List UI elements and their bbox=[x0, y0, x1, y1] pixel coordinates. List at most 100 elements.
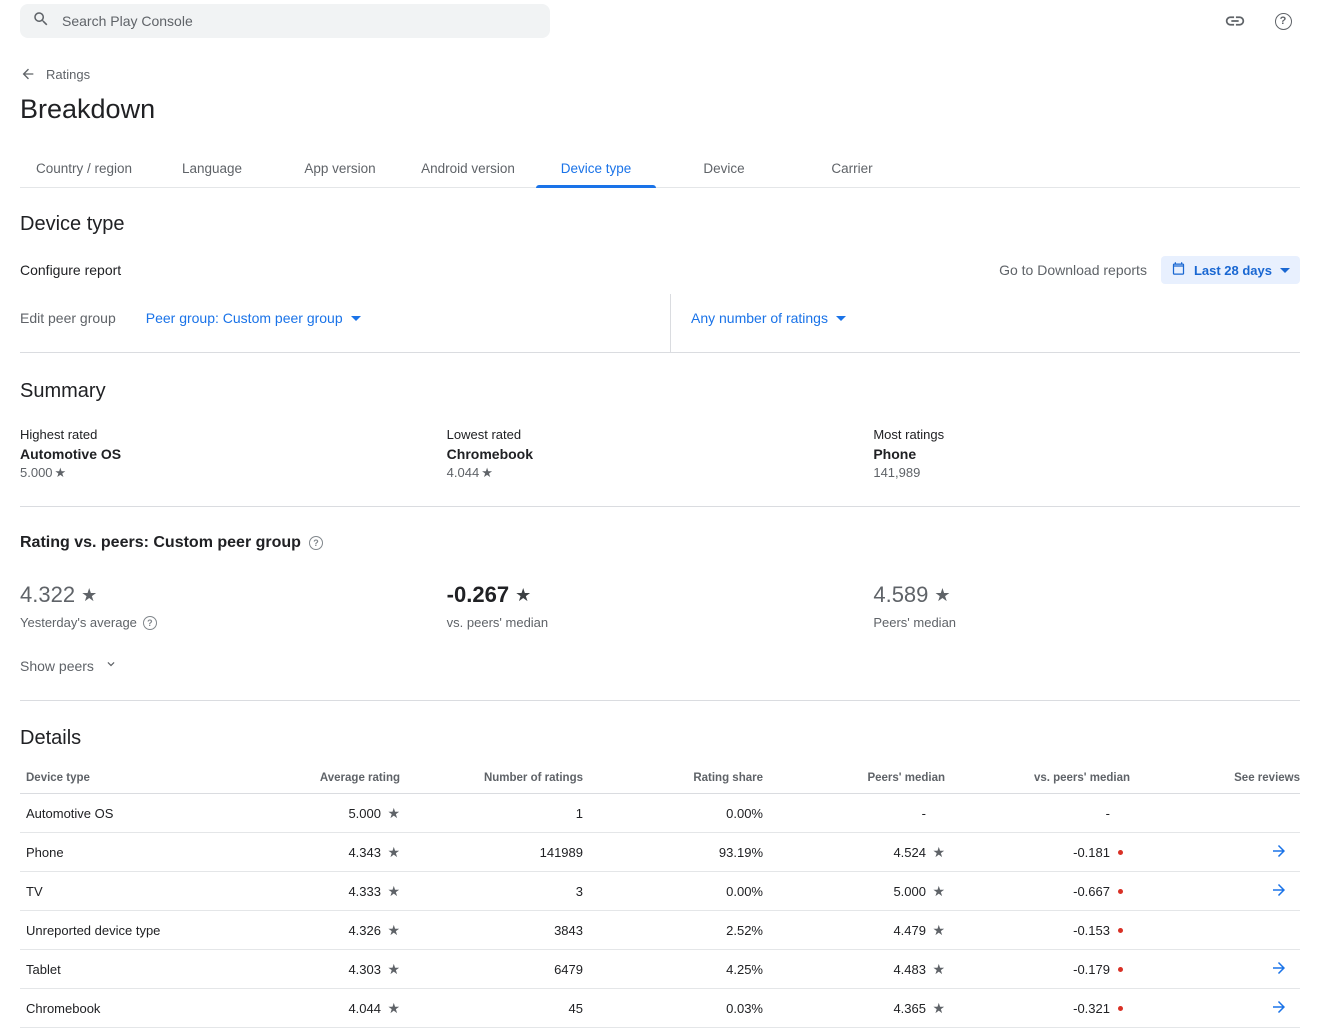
see-reviews-button[interactable] bbox=[1270, 881, 1300, 899]
see-reviews-button[interactable] bbox=[1270, 998, 1300, 1016]
go-to-download-reports-link[interactable]: Go to Download reports bbox=[999, 262, 1147, 278]
column-header-average-rating: Average rating bbox=[305, 764, 400, 794]
table-header-row: Device type Average rating Number of rat… bbox=[20, 764, 1300, 794]
see-reviews-button[interactable] bbox=[1270, 959, 1300, 977]
rating-share-cell: 0.00% bbox=[583, 872, 763, 911]
device-type-cell: Unreported device type bbox=[20, 911, 305, 950]
card-value: 4.044 bbox=[447, 465, 480, 480]
card-label: Most ratings bbox=[873, 427, 1300, 442]
star-icon: ★ bbox=[387, 845, 400, 859]
table-row: Chromebook 4.044★ 45 0.03% 4.365★ -0.321 bbox=[20, 989, 1300, 1028]
card-value: 141,989 bbox=[873, 465, 920, 480]
table-row: Unreported device type 4.326★ 3843 2.52%… bbox=[20, 911, 1300, 950]
vs-peers-median-cell: -0.179 bbox=[945, 950, 1130, 989]
column-header-see-reviews: See reviews bbox=[1130, 764, 1300, 794]
stat-value: 4.589 bbox=[873, 582, 928, 608]
tab-device-type[interactable]: Device type bbox=[532, 152, 660, 187]
search-input[interactable] bbox=[60, 12, 538, 30]
ratings-count-dropdown[interactable]: Any number of ratings bbox=[691, 310, 846, 326]
peer-group-dropdown-label: Peer group: Custom peer group bbox=[146, 310, 343, 326]
average-rating-cell: 4.044★ bbox=[305, 989, 400, 1028]
peer-group-dropdown[interactable]: Peer group: Custom peer group bbox=[146, 310, 361, 326]
card-label: Lowest rated bbox=[447, 427, 874, 442]
show-peers-toggle[interactable]: Show peers bbox=[20, 657, 1300, 674]
section-divider bbox=[20, 700, 1300, 701]
search-bar[interactable] bbox=[20, 4, 550, 38]
date-range-button[interactable]: Last 28 days bbox=[1161, 256, 1300, 284]
rating-share-cell: 0.00% bbox=[583, 794, 763, 833]
peers-median-cell: - bbox=[763, 794, 945, 833]
star-icon: ★ bbox=[932, 962, 945, 976]
tab-language[interactable]: Language bbox=[148, 152, 276, 187]
table-row: Tablet 4.303★ 6479 4.25% 4.483★ -0.179 bbox=[20, 950, 1300, 989]
help-icon[interactable]: ? bbox=[309, 536, 323, 550]
peers-median-cell: 4.483★ bbox=[763, 950, 945, 989]
tab-carrier[interactable]: Carrier bbox=[788, 152, 916, 187]
summary-card-lowest-rated: Lowest rated Chromebook 4.044★ bbox=[447, 427, 874, 480]
device-type-cell: Phone bbox=[20, 833, 305, 872]
top-bar: ? bbox=[0, 0, 1323, 40]
see-reviews-cell bbox=[1130, 911, 1300, 950]
card-value: 5.000 bbox=[20, 465, 53, 480]
rating-share-cell: 2.52% bbox=[583, 911, 763, 950]
tab-device[interactable]: Device bbox=[660, 152, 788, 187]
table-row: TV 4.333★ 3 0.00% 5.000★ -0.667 bbox=[20, 872, 1300, 911]
star-icon: ★ bbox=[55, 466, 67, 479]
show-peers-label: Show peers bbox=[20, 658, 94, 674]
rating-share-cell: 93.19% bbox=[583, 833, 763, 872]
help-icon[interactable]: ? bbox=[1271, 9, 1295, 33]
average-rating-cell: 4.343★ bbox=[305, 833, 400, 872]
filters-row: Edit peer group Peer group: Custom peer … bbox=[20, 294, 1300, 353]
stat-label: vs. peers' median bbox=[447, 615, 548, 630]
stat-value: 4.322 bbox=[20, 582, 75, 608]
star-icon: ★ bbox=[932, 923, 945, 937]
table-row: Automotive OS 5.000★ 1 0.00% - - bbox=[20, 794, 1300, 833]
chevron-down-icon bbox=[351, 316, 361, 321]
column-header-peers-median: Peers' median bbox=[763, 764, 945, 794]
see-reviews-button[interactable] bbox=[1270, 842, 1300, 860]
search-icon bbox=[32, 10, 50, 33]
number-of-ratings-cell: 141989 bbox=[400, 833, 583, 872]
summary-card-highest-rated: Highest rated Automotive OS 5.000★ bbox=[20, 427, 447, 480]
vs-peers-median-cell: -0.667 bbox=[945, 872, 1130, 911]
column-header-rating-share: Rating share bbox=[583, 764, 763, 794]
column-header-number-of-ratings: Number of ratings bbox=[400, 764, 583, 794]
stat-vs-peers-median: -0.267★ vs. peers' median bbox=[447, 582, 874, 630]
card-name: Automotive OS bbox=[20, 446, 447, 462]
number-of-ratings-cell: 1 bbox=[400, 794, 583, 833]
chevron-down-icon bbox=[1280, 268, 1290, 273]
peers-median-cell: 4.479★ bbox=[763, 911, 945, 950]
negative-indicator-dot bbox=[1118, 928, 1123, 933]
tab-android-version[interactable]: Android version bbox=[404, 152, 532, 187]
negative-indicator-dot bbox=[1118, 850, 1123, 855]
star-icon: ★ bbox=[932, 845, 945, 859]
see-reviews-cell bbox=[1130, 989, 1300, 1028]
breadcrumb-ratings-link[interactable]: Ratings bbox=[46, 67, 90, 82]
edit-peer-group-label: Edit peer group bbox=[20, 310, 116, 326]
peers-stats: 4.322★ Yesterday's average? -0.267★ vs. … bbox=[20, 582, 1300, 630]
see-reviews-cell bbox=[1130, 872, 1300, 911]
summary-card-most-ratings: Most ratings Phone 141,989 bbox=[873, 427, 1300, 480]
details-title: Details bbox=[20, 727, 1300, 750]
stat-label: Yesterday's average bbox=[20, 615, 137, 630]
back-arrow-icon[interactable] bbox=[20, 66, 36, 82]
page-title: Breakdown bbox=[20, 94, 1300, 125]
tab-app-version[interactable]: App version bbox=[276, 152, 404, 187]
configure-report-label: Configure report bbox=[20, 262, 121, 278]
summary-title: Summary bbox=[20, 380, 1300, 403]
table-row: Phone 4.343★ 141989 93.19% 4.524★ -0.181 bbox=[20, 833, 1300, 872]
vs-peers-median-cell: -0.181 bbox=[945, 833, 1130, 872]
average-rating-cell: 5.000★ bbox=[305, 794, 400, 833]
peers-section-title: Rating vs. peers: Custom peer group bbox=[20, 534, 301, 552]
device-type-cell: Automotive OS bbox=[20, 794, 305, 833]
help-icon[interactable]: ? bbox=[143, 616, 157, 630]
peers-median-cell: 5.000★ bbox=[763, 872, 945, 911]
star-icon: ★ bbox=[932, 1001, 945, 1015]
tab-country-region[interactable]: Country / region bbox=[20, 152, 148, 187]
copy-link-icon[interactable] bbox=[1223, 9, 1247, 33]
average-rating-cell: 4.333★ bbox=[305, 872, 400, 911]
column-header-device-type: Device type bbox=[20, 764, 305, 794]
column-header-vs-peers-median: vs. peers' median bbox=[945, 764, 1130, 794]
breadcrumb: Ratings bbox=[20, 66, 1300, 82]
stat-value: -0.267 bbox=[447, 582, 509, 608]
